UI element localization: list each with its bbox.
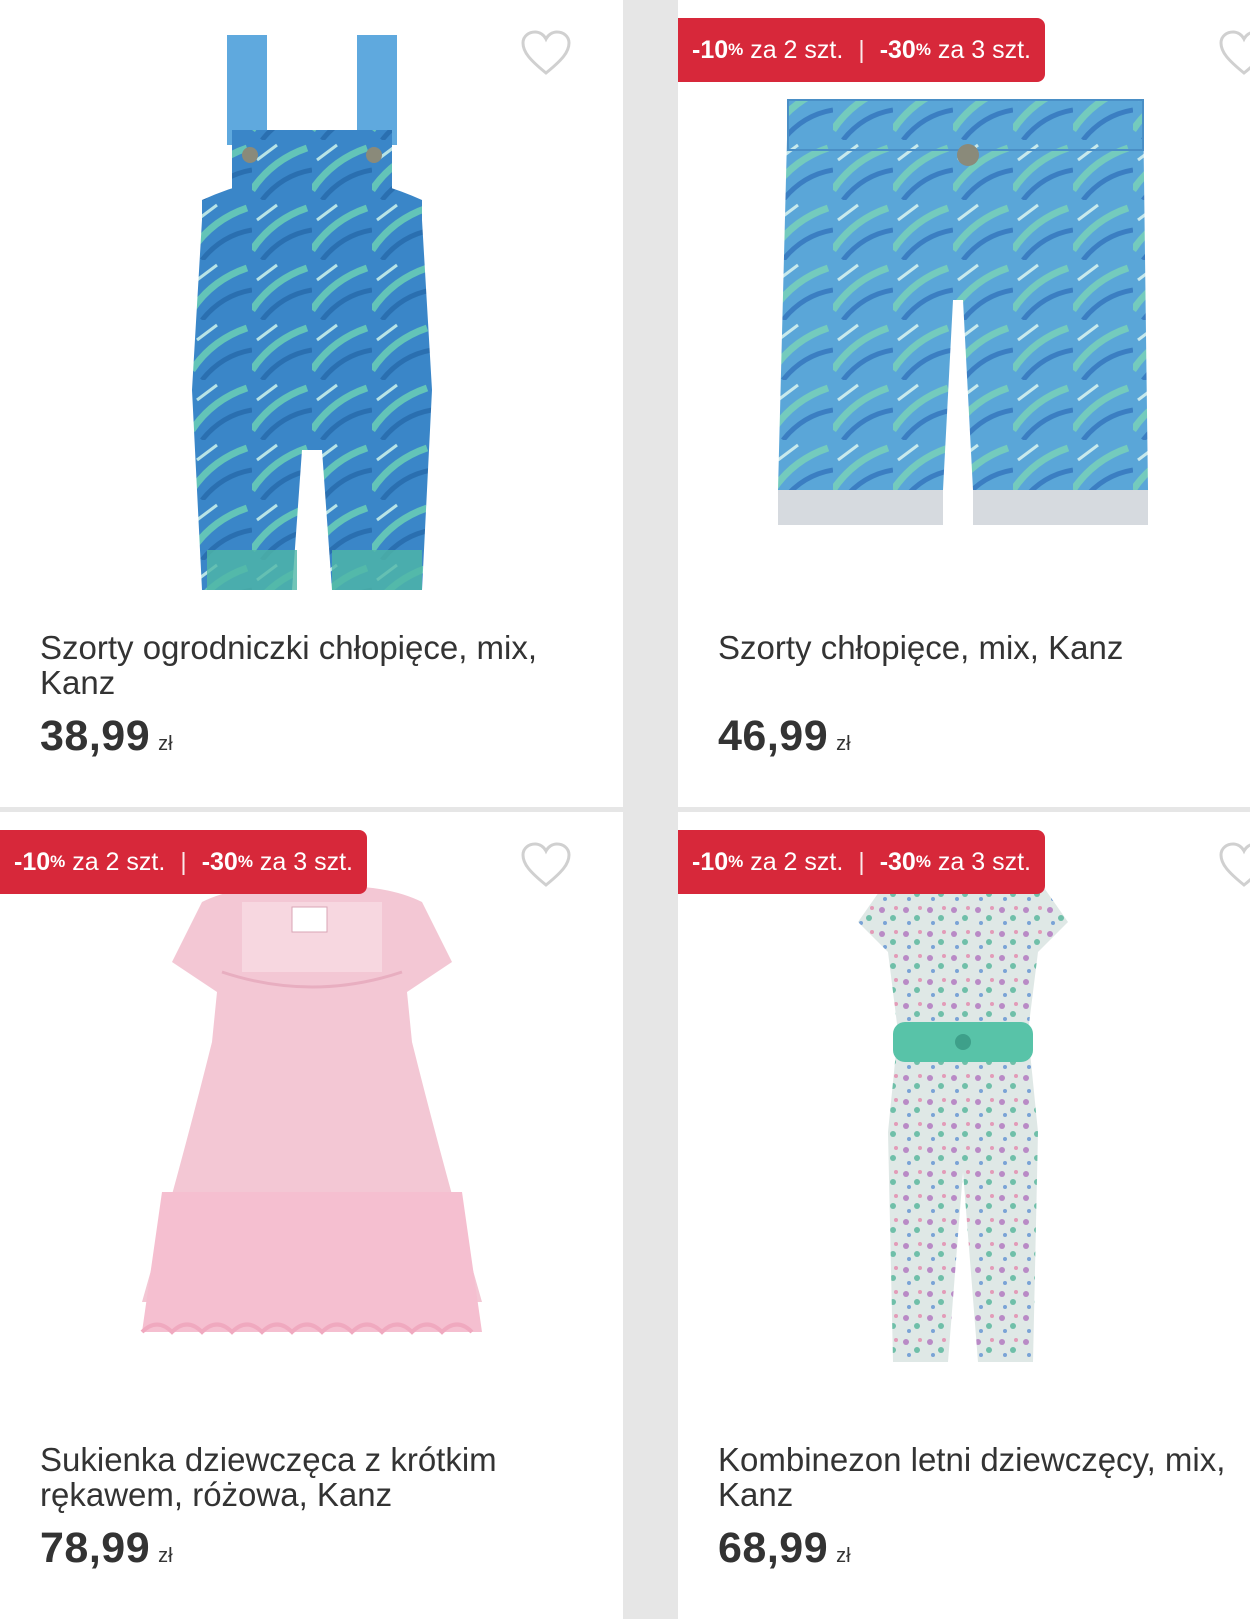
jumpsuit-icon xyxy=(858,862,1068,1362)
shorts-icon xyxy=(778,99,1148,525)
promo-second-qty: za 3 szt. xyxy=(930,847,1032,876)
promo-first-discount: -10 xyxy=(692,847,729,876)
promo-first-discount: -10 xyxy=(14,847,51,876)
product-image[interactable] xyxy=(678,832,1250,1422)
price-amount: 38,99 xyxy=(40,712,151,760)
promo-second-unit: % xyxy=(915,40,931,59)
promo-first-unit: % xyxy=(728,40,744,59)
product-image[interactable] xyxy=(0,20,623,610)
price-currency: zł xyxy=(836,1545,851,1567)
product-card[interactable]: -10% za 2 szt. | -30% za 3 szt. Kombinez… xyxy=(678,812,1250,1619)
promo-badge: -10% za 2 szt. | -30% za 3 szt. xyxy=(678,830,1046,894)
price-currency: zł xyxy=(158,733,173,755)
product-price: 46,99 zł xyxy=(718,712,851,761)
promo-separator: | xyxy=(180,847,187,876)
product-title[interactable]: Sukienka dziewczęca z krótkim rękawem, r… xyxy=(40,1442,580,1512)
product-price: 38,99 zł xyxy=(40,712,173,761)
promo-first-unit: % xyxy=(50,852,66,871)
price-amount: 46,99 xyxy=(718,712,829,760)
price-currency: zł xyxy=(836,733,851,755)
promo-second-qty: za 3 szt. xyxy=(930,35,1032,64)
promo-first-qty: za 2 szt. xyxy=(65,847,173,876)
promo-second-discount: -30 xyxy=(872,35,916,64)
product-title[interactable]: Szorty ogrodniczki chłopięce, mix, Kanz xyxy=(40,630,580,700)
product-title[interactable]: Szorty chłopięce, mix, Kanz xyxy=(718,630,1250,665)
product-image[interactable] xyxy=(678,20,1250,610)
product-title[interactable]: Kombinezon letni dziewczęcy, mix, Kanz xyxy=(718,1442,1250,1512)
wishlist-heart-icon[interactable] xyxy=(1218,30,1250,76)
wishlist-heart-icon[interactable] xyxy=(1218,842,1250,888)
dress-icon xyxy=(140,886,482,1335)
product-image[interactable] xyxy=(0,832,623,1422)
product-card[interactable]: -10% za 2 szt. | -30% za 3 szt. Szorty c… xyxy=(678,0,1250,807)
price-amount: 78,99 xyxy=(40,1524,151,1572)
promo-separator: | xyxy=(858,35,865,64)
wishlist-heart-icon[interactable] xyxy=(520,30,572,76)
promo-first-discount: -10 xyxy=(692,35,729,64)
promo-badge: -10% za 2 szt. | -30% za 3 szt. xyxy=(678,18,1046,82)
promo-second-qty: za 3 szt. xyxy=(252,847,354,876)
promo-second-unit: % xyxy=(915,852,931,871)
promo-first-unit: % xyxy=(728,852,744,871)
product-card[interactable]: Szorty ogrodniczki chłopięce, mix, Kanz … xyxy=(0,0,623,807)
promo-second-discount: -30 xyxy=(194,847,238,876)
product-price: 78,99 zł xyxy=(40,1524,173,1573)
price-currency: zł xyxy=(158,1545,173,1567)
promo-first-qty: za 2 szt. xyxy=(743,847,851,876)
promo-first-qty: za 2 szt. xyxy=(743,35,851,64)
wishlist-heart-icon[interactable] xyxy=(520,842,572,888)
dungaree-shorts-icon xyxy=(191,35,432,590)
promo-second-unit: % xyxy=(237,852,253,871)
product-price: 68,99 zł xyxy=(718,1524,851,1573)
promo-second-discount: -30 xyxy=(872,847,916,876)
price-amount: 68,99 xyxy=(718,1524,829,1572)
promo-badge: -10% za 2 szt. | -30% za 3 szt. xyxy=(0,830,368,894)
product-card[interactable]: -10% za 2 szt. | -30% za 3 szt. Sukienka… xyxy=(0,812,623,1619)
promo-separator: | xyxy=(858,847,865,876)
